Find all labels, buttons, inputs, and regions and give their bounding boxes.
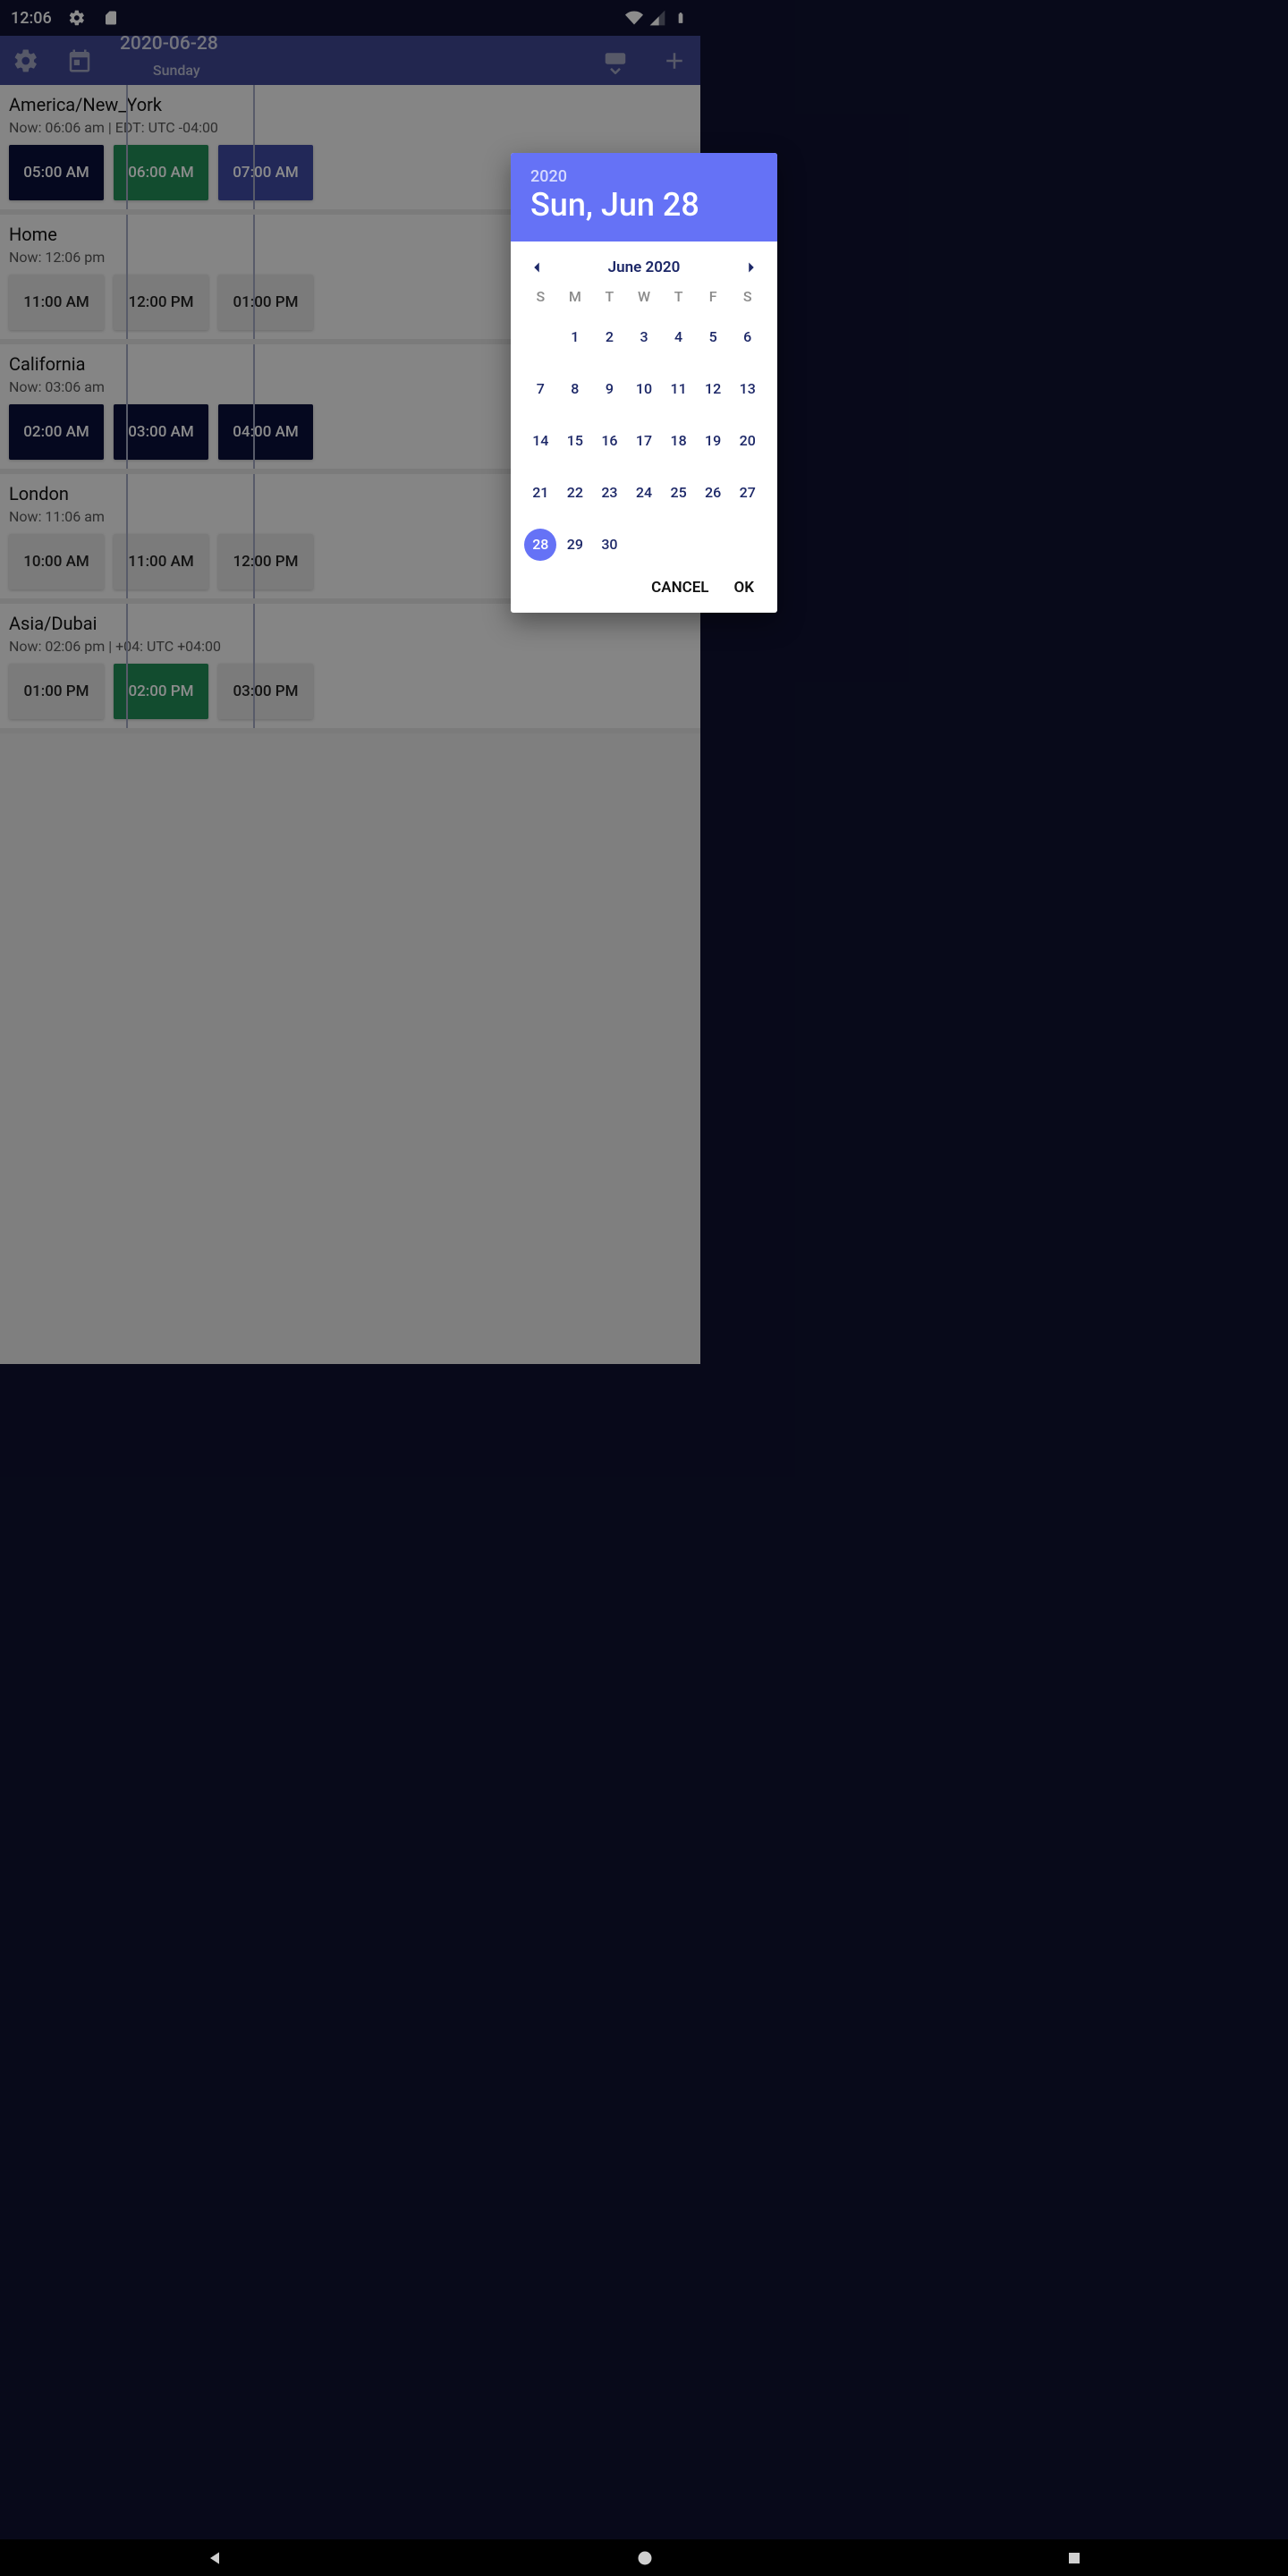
dow-label: S [730, 288, 765, 305]
dow-label: F [696, 288, 731, 305]
day-cell[interactable]: 16 [593, 425, 625, 457]
android-navbar [0, 2539, 1288, 2576]
cancel-button[interactable]: CANCEL [651, 579, 708, 597]
day-cell[interactable]: 29 [559, 529, 591, 561]
day-cell[interactable]: 4 [663, 321, 695, 353]
day-cell[interactable]: 26 [697, 477, 729, 509]
day-cell[interactable]: 30 [593, 529, 625, 561]
recent-button[interactable] [1066, 2550, 1082, 2566]
day-cell[interactable]: 24 [628, 477, 660, 509]
dialog-header: 2020 Sun, Jun 28 [511, 153, 777, 242]
prev-month-button[interactable] [527, 258, 547, 277]
days-grid: 1234567891011121314151617181920212223242… [523, 321, 765, 561]
dow-label: T [661, 288, 696, 305]
ok-button[interactable]: OK [734, 579, 755, 597]
day-cell[interactable]: 6 [732, 321, 764, 353]
day-cell[interactable]: 17 [628, 425, 660, 457]
calendar-nav: June 2020 [523, 250, 765, 288]
day-cell[interactable]: 27 [732, 477, 764, 509]
next-month-button[interactable] [741, 258, 761, 277]
day-cell[interactable]: 2 [593, 321, 625, 353]
dow-row: SMTWTFS [523, 288, 765, 305]
day-cell[interactable]: 8 [559, 373, 591, 405]
day-cell[interactable]: 28 [524, 529, 556, 561]
day-cell[interactable]: 14 [524, 425, 556, 457]
calendar: June 2020 SMTWTFS 1234567891011121314151… [511, 242, 777, 566]
day-cell[interactable]: 13 [732, 373, 764, 405]
back-button[interactable] [206, 2549, 224, 2567]
home-button[interactable] [636, 2549, 654, 2567]
dow-label: M [558, 288, 593, 305]
dialog-date[interactable]: Sun, Jun 28 [530, 188, 758, 224]
day-cell[interactable]: 25 [663, 477, 695, 509]
day-cell[interactable]: 19 [697, 425, 729, 457]
day-cell[interactable]: 10 [628, 373, 660, 405]
day-cell[interactable]: 18 [663, 425, 695, 457]
day-cell[interactable]: 5 [697, 321, 729, 353]
dow-label: T [592, 288, 627, 305]
dow-label: S [523, 288, 558, 305]
day-cell[interactable]: 21 [524, 477, 556, 509]
day-cell[interactable]: 12 [697, 373, 729, 405]
calendar-month-label: June 2020 [608, 258, 681, 276]
day-empty [523, 321, 558, 353]
day-cell[interactable]: 15 [559, 425, 591, 457]
day-cell[interactable]: 3 [628, 321, 660, 353]
day-cell[interactable]: 20 [732, 425, 764, 457]
day-cell[interactable]: 22 [559, 477, 591, 509]
dialog-year[interactable]: 2020 [530, 167, 758, 186]
day-cell[interactable]: 9 [593, 373, 625, 405]
day-cell[interactable]: 1 [559, 321, 591, 353]
day-cell[interactable]: 7 [524, 373, 556, 405]
date-picker-dialog: 2020 Sun, Jun 28 June 2020 SMTWTFS 12345… [511, 153, 777, 613]
day-cell[interactable]: 23 [593, 477, 625, 509]
day-cell[interactable]: 11 [663, 373, 695, 405]
dialog-actions: CANCEL OK [511, 566, 777, 613]
dow-label: W [627, 288, 662, 305]
